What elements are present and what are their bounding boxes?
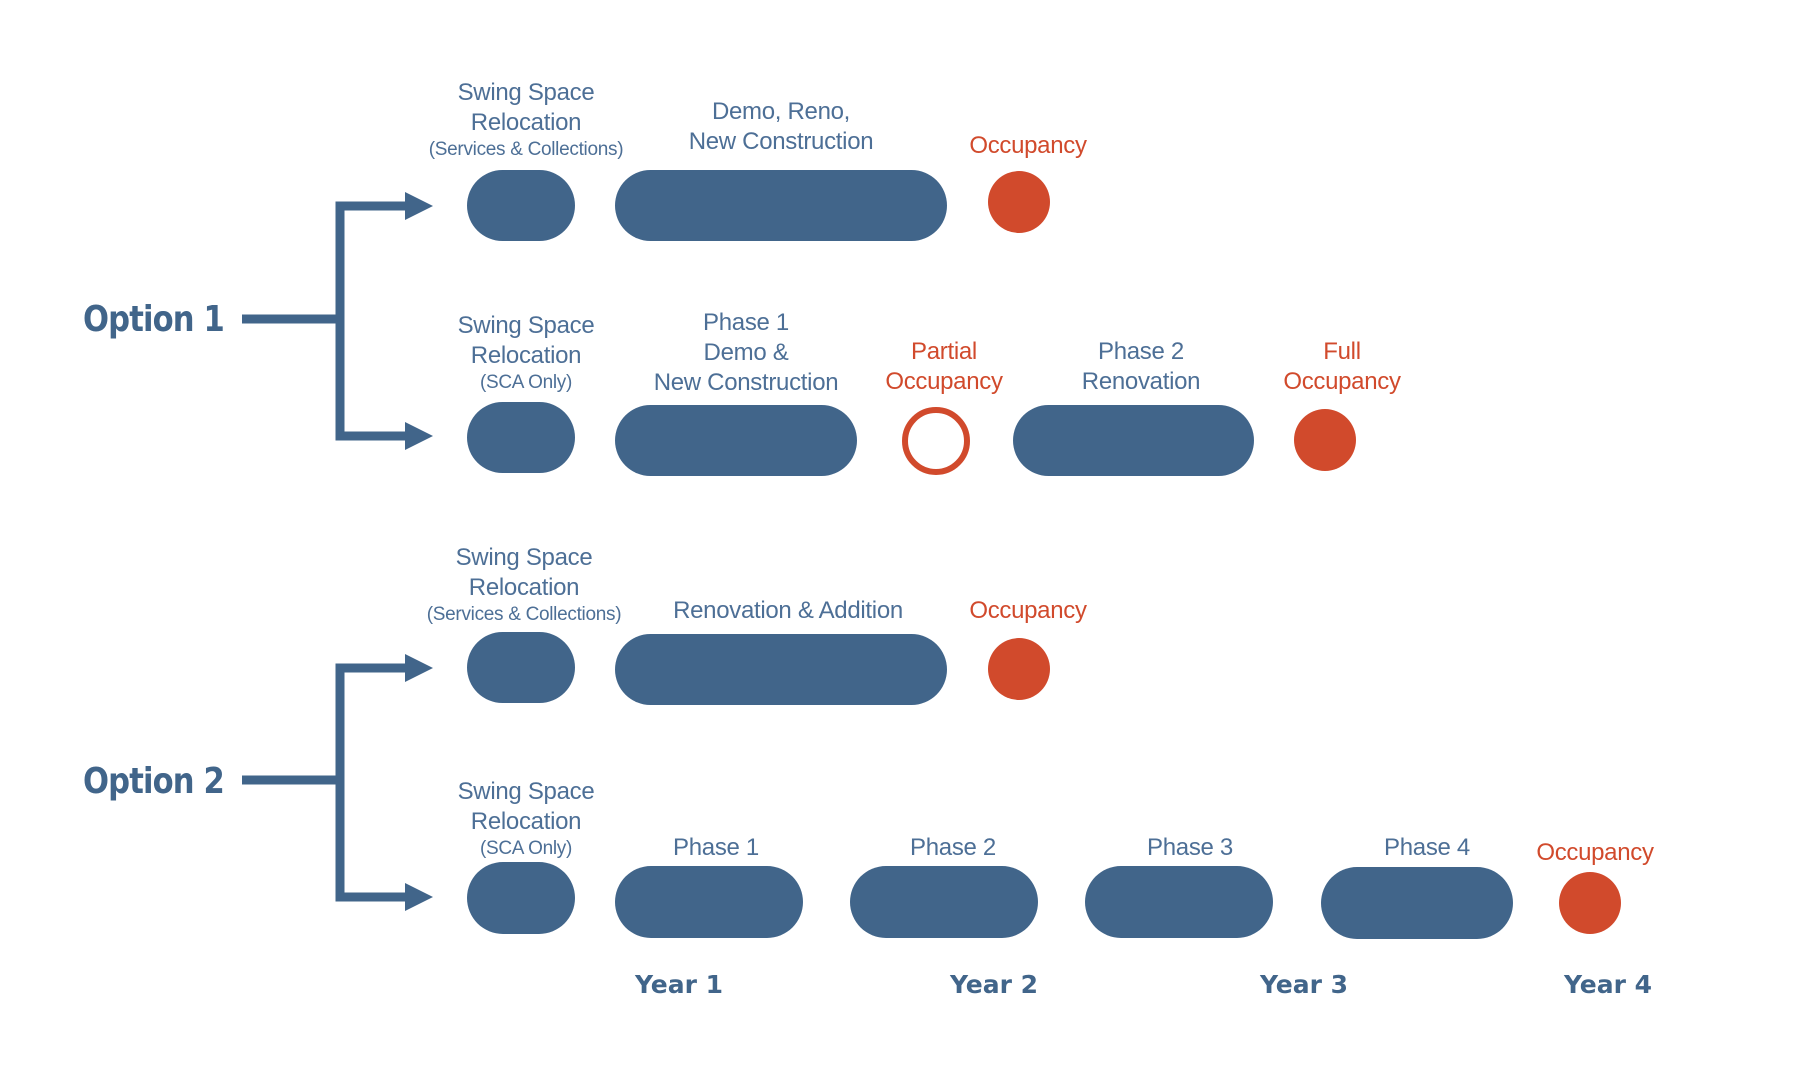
milestone-label: Full Occupancy [1283,338,1401,395]
year-label: Year 4 [1563,970,1653,999]
step-label: Phase 1 [673,834,759,861]
arrow-right-icon [405,192,433,220]
option-2-label: Option 2 [83,761,225,802]
year-label: Year 2 [949,970,1039,999]
phase-pill [1085,866,1273,938]
step-label: Phase 3 [1147,834,1233,861]
step-label: Phase 1 Demo & New Construction [653,309,839,396]
arrow-right-icon [405,422,433,450]
year-label: Year 3 [1259,970,1349,999]
step-label: Renovation & Addition [673,597,903,624]
step-label: Swing Space Relocation (SCA Only) [457,778,595,859]
occupancy-milestone-dot [988,638,1050,700]
occupancy-milestone-dot [1559,872,1621,934]
partial-occupancy-milestone-ring [902,407,970,475]
swing-space-pill [467,632,575,703]
step-label: Phase 2 Renovation [1081,338,1201,395]
phase-pill [615,866,803,938]
phase-pill [615,405,857,476]
option-2-bracket [242,663,410,902]
option-1-bracket [242,201,410,441]
step-label: Swing Space Relocation (SCA Only) [457,312,595,393]
step-label: Swing Space Relocation (Services & Colle… [428,79,624,160]
year-label: Year 1 [634,970,724,999]
full-occupancy-milestone-dot [1294,409,1356,471]
swing-space-pill [467,862,575,934]
phase-pill [850,866,1038,938]
phase-pill [615,634,947,705]
phase-pill [615,170,947,241]
milestone-label: Occupancy [969,597,1087,624]
option-1-label: Option 1 [83,299,225,340]
phase-pill [1321,867,1513,939]
step-label: Demo, Reno, New Construction [688,98,874,155]
arrow-right-icon [405,883,433,911]
phase-pill [1013,405,1254,476]
step-label: Swing Space Relocation (Services & Colle… [426,544,622,625]
milestone-label: Partial Occupancy [885,338,1003,395]
swing-space-pill [467,402,575,473]
milestone-label: Occupancy [969,132,1087,159]
step-label: Phase 4 [1384,834,1470,861]
arrow-right-icon [405,654,433,682]
step-label: Phase 2 [910,834,996,861]
occupancy-milestone-dot [988,171,1050,233]
milestone-label: Occupancy [1536,839,1654,866]
swing-space-pill [467,170,575,241]
